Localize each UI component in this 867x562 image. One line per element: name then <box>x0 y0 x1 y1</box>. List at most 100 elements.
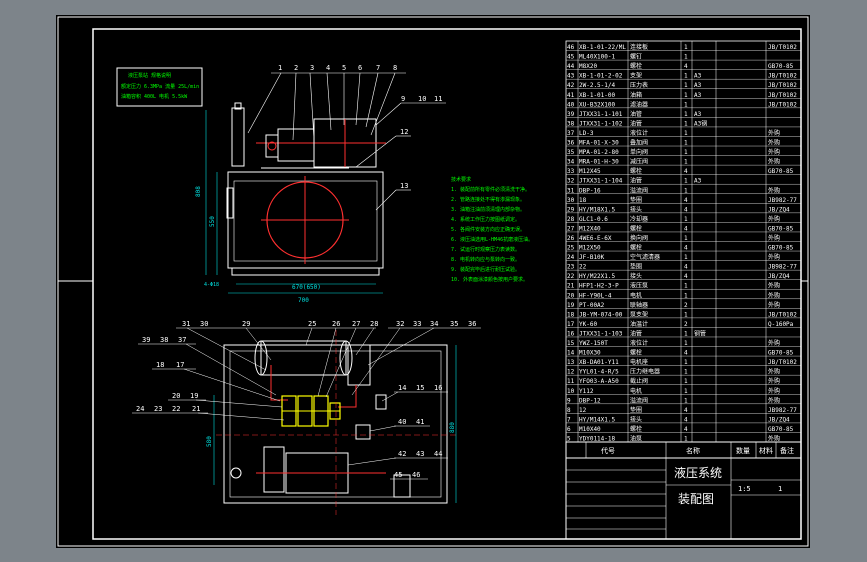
parts-cell-code: 12 <box>579 407 587 414</box>
parts-cell-no: 11 <box>567 378 575 385</box>
parts-cell-note: 外购 <box>768 139 780 147</box>
label-11: 11 <box>434 95 442 103</box>
parts-cell-name: 螺栓 <box>630 167 642 175</box>
plan-label-40: 40 <box>398 418 406 426</box>
parts-cell-qty: 2 <box>684 321 688 328</box>
label-13: 13 <box>400 182 408 190</box>
valve-stack <box>281 395 341 427</box>
parts-cell-note: 外购 <box>768 215 780 223</box>
parts-cell-code: LD-3 <box>579 130 594 137</box>
plan-leader-40 <box>369 425 397 432</box>
parts-cell-note: 外购 <box>768 282 780 290</box>
note-line: 8. 电机转向应与泵转向一致。 <box>451 256 520 263</box>
note-line: 10. 外表面涂漆颜色按用户要求。 <box>451 276 528 283</box>
parts-cell-mat: 钢管 <box>694 329 706 337</box>
parts-cell-no: 41 <box>567 92 575 99</box>
parts-cell-code: M10X30 <box>579 350 601 357</box>
parts-cell-name: 螺栓 <box>630 62 642 70</box>
parts-cell-qty: 1 <box>684 359 688 366</box>
legend-line-3: 油箱容积 400L 电机 5.5kW <box>121 93 188 100</box>
parts-cell-code: JF-B10K <box>579 254 605 261</box>
plan-label-36: 36 <box>468 320 476 328</box>
parts-cell-code: HF-Y90L-4 <box>579 292 612 299</box>
parts-cell-code: M12X40 <box>579 225 601 232</box>
parts-cell-code: M10X40 <box>579 426 601 433</box>
label-8: 8 <box>393 64 397 72</box>
plan-leader-34 <box>367 327 435 366</box>
parts-cell-code: XB-1-01-00 <box>579 92 616 99</box>
parts-cell-qty: 1 <box>684 397 688 404</box>
parts-cell-name: 液位计 <box>630 339 648 347</box>
plan-label-46: 46 <box>412 471 420 479</box>
parts-cell-note: JB982-77 <box>768 407 797 414</box>
parts-cell-name: 减压阀 <box>630 158 648 166</box>
leader-13 <box>375 189 397 211</box>
leader-6 <box>355 72 361 126</box>
plan-leader-29 <box>245 327 272 361</box>
plan-leader-32 <box>351 327 401 396</box>
plan-gauge-port <box>355 424 371 440</box>
plan-leader-26 <box>317 327 337 397</box>
parts-list: 46 XB-1-01-22/ML 连接板 1 JB/T010245 ML40X100-1 螺… <box>565 40 802 443</box>
front-view: 1 2 3 4 5 6 7 8 9 10 11 12 13 808 550 70… <box>195 64 446 304</box>
note-line: 3. 油箱注油前须清理内部杂物。 <box>451 206 525 213</box>
parts-cell-no: 43 <box>567 73 575 80</box>
label-10: 10 <box>418 95 426 103</box>
parts-cell-note: JB/T0102 <box>768 82 797 89</box>
parts-cell-note: 外购 <box>768 148 780 156</box>
plan-view: 880 580 31 30 29 25 26 27 28 32 33 34 35… <box>132 320 481 515</box>
parts-cell-qty: 4 <box>684 264 688 271</box>
parts-cell-qty: 4 <box>684 426 688 433</box>
parts-cell-no: 7 <box>567 416 571 423</box>
plan-label-19: 19 <box>190 392 198 400</box>
parts-cell-code: 2W-2.5-1/4 <box>579 82 616 89</box>
parts-cell-mat: A3 <box>694 178 702 185</box>
parts-cell-note: JB/ZQ4 <box>768 206 790 213</box>
label-5: 5 <box>342 64 346 72</box>
parts-cell-qty: 1 <box>684 283 688 290</box>
parts-cell-qty: 4 <box>684 407 688 414</box>
parts-cell-qty: 4 <box>684 63 688 70</box>
parts-cell-name: 电机座 <box>630 358 648 366</box>
parts-cell-qty: 1 <box>684 187 688 194</box>
parts-cell-no: 8 <box>567 407 571 414</box>
parts-cell-name: 液位计 <box>630 129 648 137</box>
parts-cell-note: GB70-85 <box>768 225 794 232</box>
parts-cell-qty: 1 <box>684 369 688 376</box>
parts-cell-qty: 4 <box>684 225 688 232</box>
plan-label-38: 38 <box>160 336 168 344</box>
parts-cell-note: JB/T0102 <box>768 44 797 51</box>
parts-cell-no: 32 <box>567 178 575 185</box>
pipe-left <box>270 365 288 401</box>
legend-line-2: 额定压力 6.3MPa 流量 25L/min <box>121 83 199 90</box>
note-line: 5. 各阀件安装方向应正确无误。 <box>451 226 525 233</box>
parts-cell-no: 25 <box>567 245 575 252</box>
parts-cell-code: HFP1-H2-3-P <box>579 283 619 290</box>
parts-cell-qty: 1 <box>684 149 688 156</box>
assembly-drawing: 液压泵站 规格说明 额定压力 6.3MPa 流量 25L/min 油箱容积 40… <box>57 16 809 547</box>
parts-cell-code: XB-DA01-Y11 <box>579 359 619 366</box>
label-7: 7 <box>376 64 380 72</box>
parts-cell-no: 44 <box>567 63 575 70</box>
parts-cell-note: JB/T0102 <box>768 92 797 99</box>
note-line: 技术要求 <box>451 176 471 183</box>
parts-cell-qty: 1 <box>684 73 688 80</box>
filter-column <box>231 107 245 167</box>
cooler-body <box>260 340 347 376</box>
parts-cell-name: 螺栓 <box>630 349 642 357</box>
plan-label-17: 17 <box>176 361 184 369</box>
parts-cell-no: 42 <box>567 82 575 89</box>
dim-small: 4-Φ18 <box>204 282 219 288</box>
plan-label-44: 44 <box>434 450 442 458</box>
parts-cell-mat: A3 <box>694 111 702 118</box>
parts-cell-no: 33 <box>567 168 575 175</box>
plan-label-15: 15 <box>416 384 424 392</box>
parts-cell-note: 外购 <box>768 158 780 166</box>
plan-label-33: 33 <box>413 320 421 328</box>
plan-label-45: 45 <box>394 471 402 479</box>
parts-cell-qty: 1 <box>684 44 688 51</box>
tb-title-b: 装配图 <box>678 492 714 506</box>
parts-cell-name: 油管 <box>630 177 642 185</box>
parts-cell-qty: 1 <box>684 436 688 443</box>
parts-cell-note: Q-160Pa <box>768 321 794 328</box>
